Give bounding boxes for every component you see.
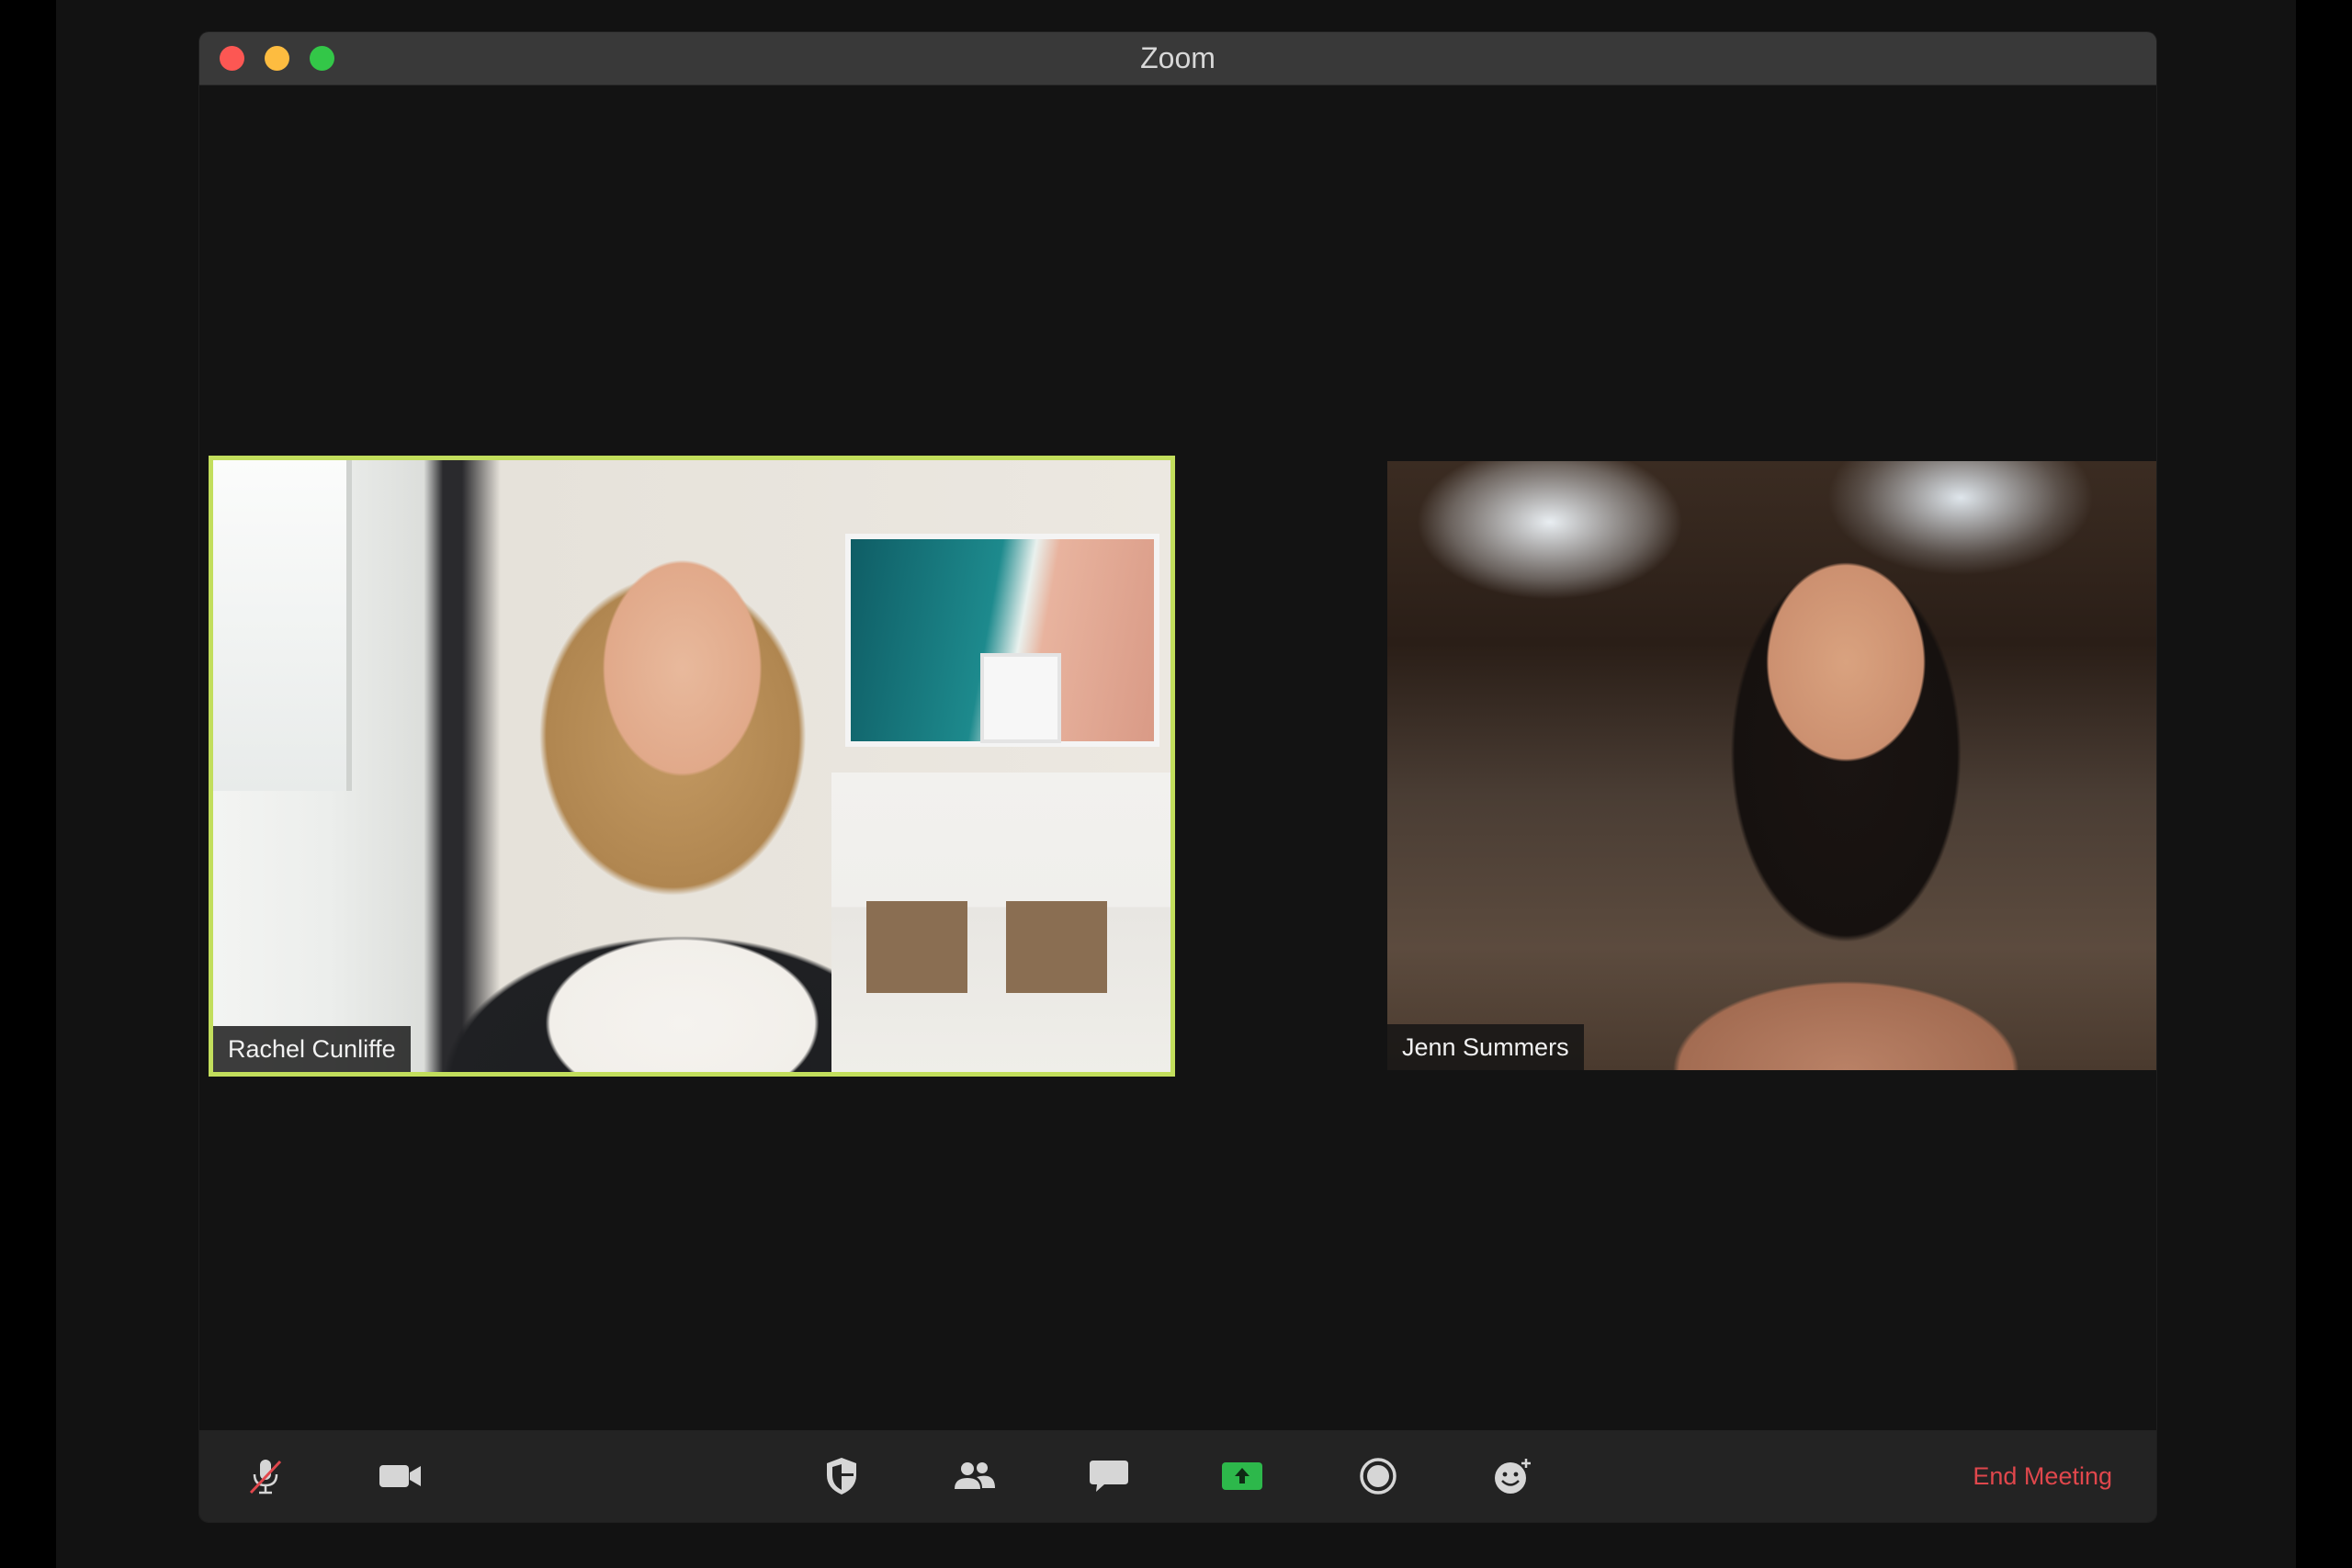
record-icon [1360, 1458, 1396, 1495]
background-cabinet [831, 773, 1170, 1072]
participants-icon [955, 1462, 995, 1489]
reactions-icon [1495, 1459, 1531, 1494]
video-tile[interactable]: Jenn Summers [1387, 461, 2156, 1070]
chat-button[interactable] [1084, 1453, 1134, 1499]
participant-name-tag: Jenn Summers [1387, 1024, 1584, 1070]
record-button[interactable] [1353, 1453, 1403, 1499]
title-bar[interactable]: Zoom [199, 32, 2156, 85]
video-tile-active-speaker[interactable]: Rachel Cunliffe [209, 456, 1175, 1077]
window-title: Zoom [1140, 41, 1216, 74]
mute-button[interactable] [241, 1453, 290, 1499]
background-basket [1006, 901, 1107, 993]
end-meeting-button[interactable]: End Meeting [1973, 1453, 2112, 1499]
security-button[interactable] [817, 1453, 866, 1499]
shield-icon [827, 1458, 856, 1495]
mic-muted-icon [249, 1460, 282, 1495]
share-screen-icon [1222, 1462, 1262, 1490]
video-button[interactable] [376, 1453, 425, 1499]
reactions-button[interactable] [1487, 1453, 1537, 1499]
background-window [213, 460, 352, 791]
participants-button[interactable] [950, 1453, 1000, 1499]
chat-icon [1090, 1461, 1128, 1492]
meeting-controls-toolbar: End Meeting [199, 1430, 2156, 1522]
share-screen-button[interactable] [1217, 1453, 1267, 1499]
video-icon [379, 1465, 421, 1487]
zoom-window: Zoom Rachel Cunliffe Jenn Summers End Me… [199, 32, 2156, 1522]
participant-name-tag: Rachel Cunliffe [213, 1026, 411, 1072]
background-photo-frame [980, 653, 1061, 743]
background-basket [866, 901, 967, 993]
